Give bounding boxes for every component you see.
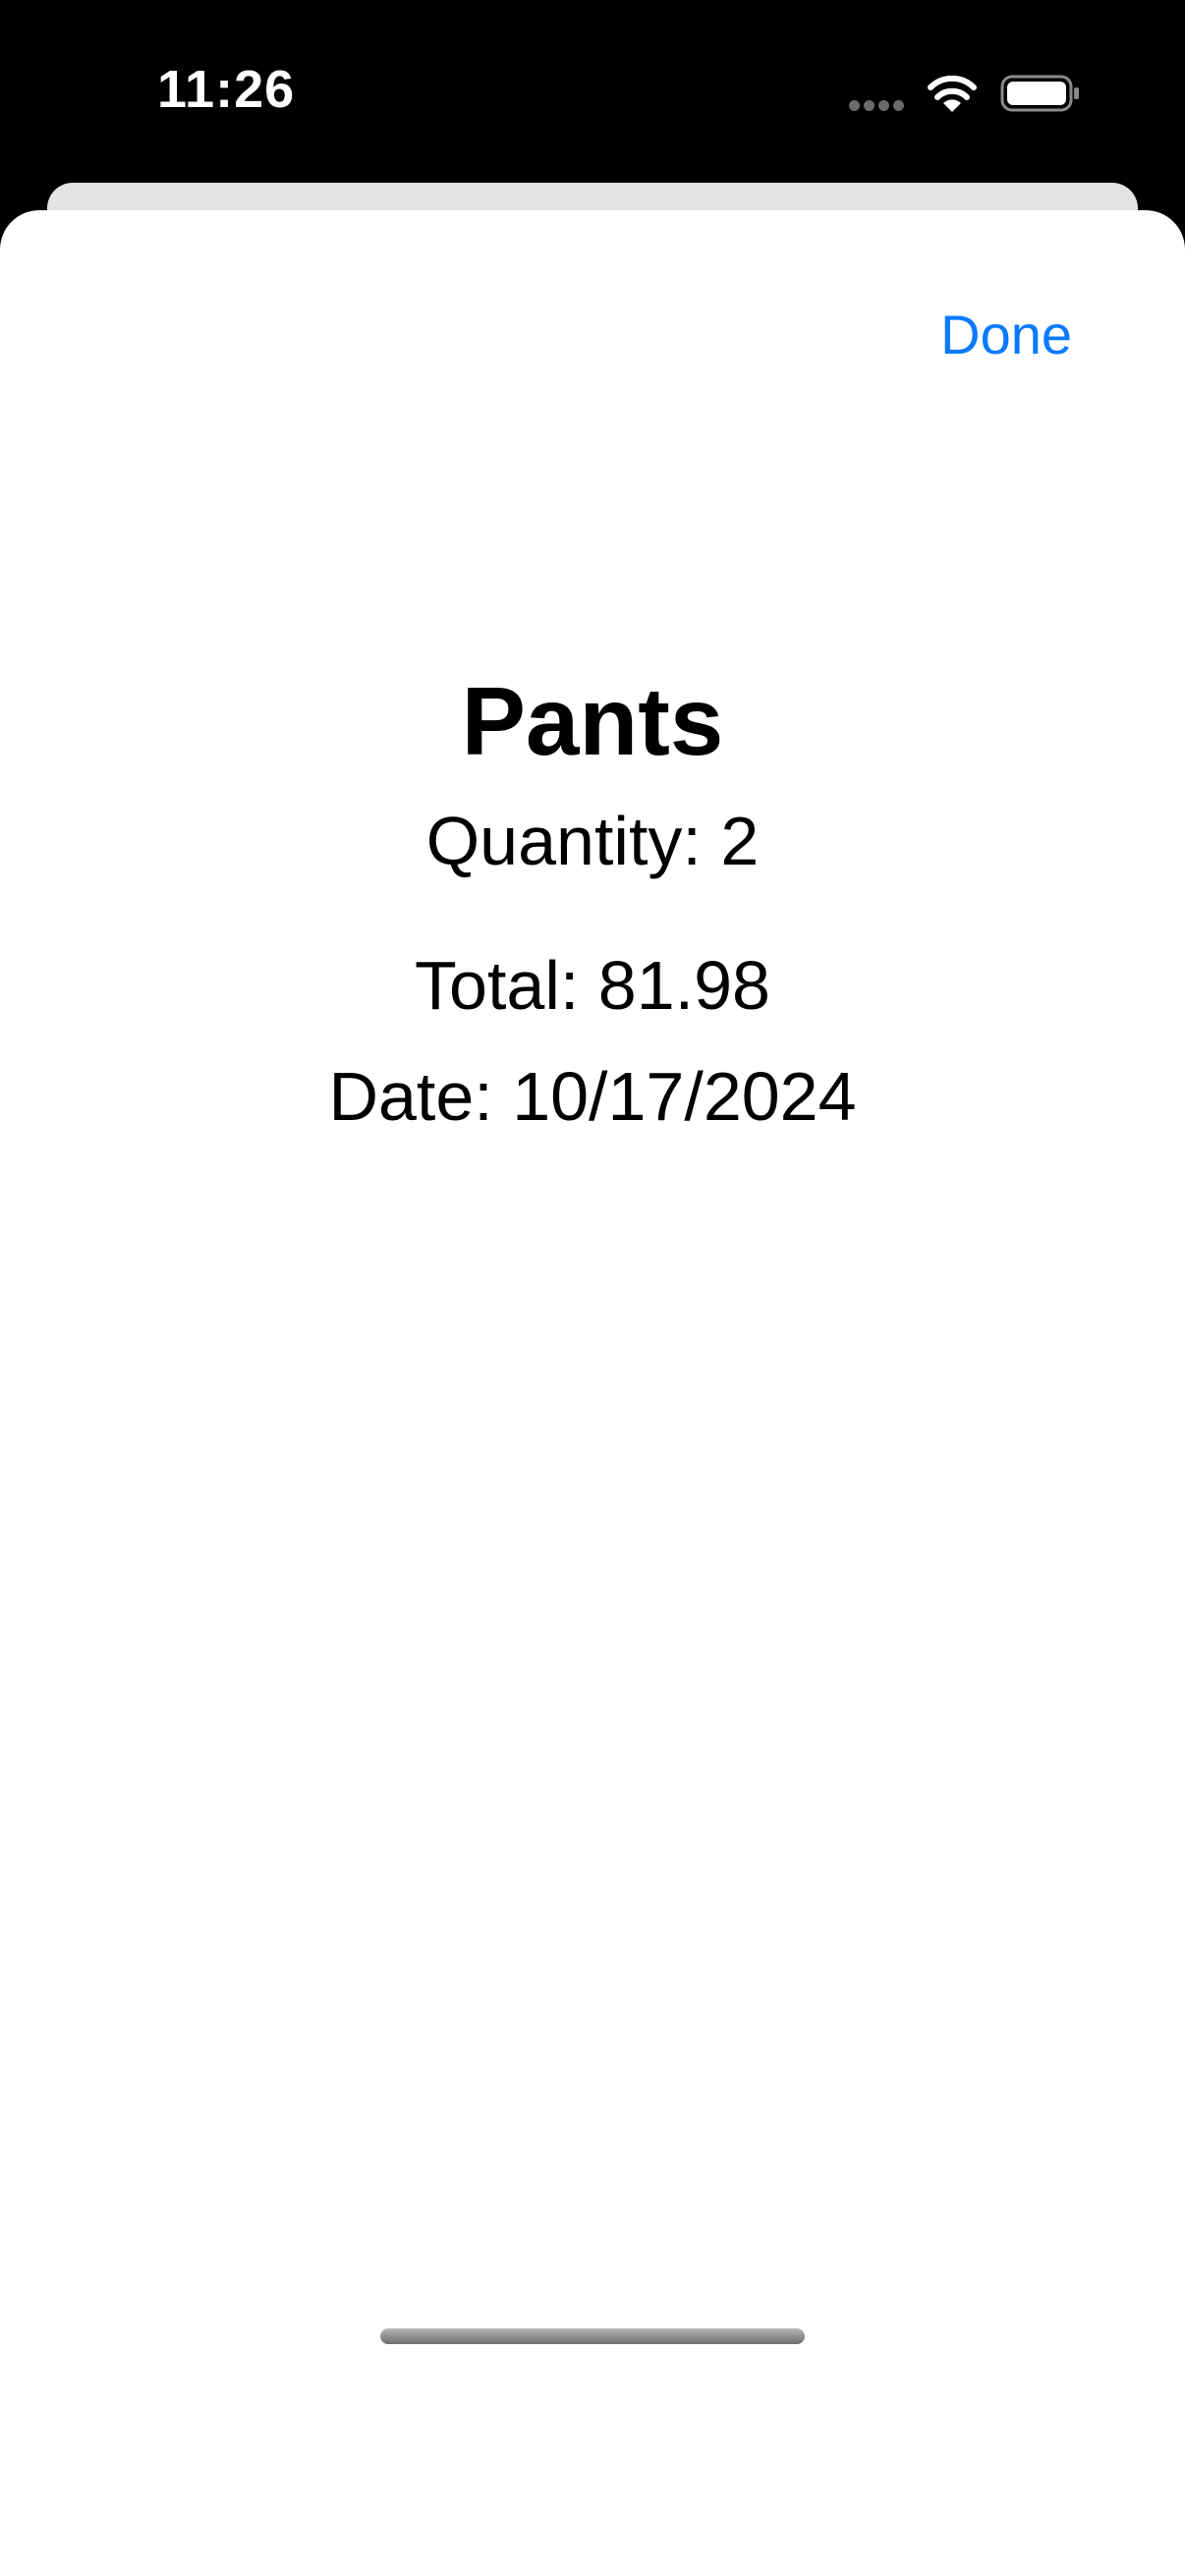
item-date: Date: 10/17/2024 [328, 1058, 857, 1135]
status-time: 11:26 [157, 60, 296, 119]
item-detail-sheet: Done Pants Quantity: 2 Total: 81.98 Date… [0, 210, 1185, 2576]
status-bar: 11:26 [0, 0, 1185, 182]
battery-icon [1000, 75, 1079, 112]
done-button[interactable]: Done [940, 301, 1072, 369]
item-title: Pants [461, 667, 724, 775]
home-indicator[interactable] [380, 2328, 805, 2344]
wifi-icon [928, 75, 977, 112]
item-quantity: Quantity: 2 [425, 803, 760, 879]
item-total: Total: 81.98 [415, 947, 770, 1024]
cellular-signal-icon [849, 100, 906, 112]
